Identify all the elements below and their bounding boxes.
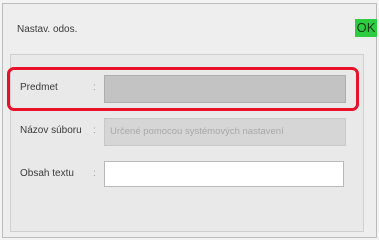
subject-row-highlight — [7, 67, 359, 111]
screen: Nastav. odos. OK Predmet : Názov súboru … — [0, 0, 379, 240]
filename-separator: : — [93, 125, 96, 136]
body-text-separator: : — [93, 168, 96, 179]
body-text-label: Obsah textu — [20, 168, 74, 179]
ok-button[interactable]: OK — [355, 19, 377, 37]
page-title: Nastav. odos. — [17, 24, 78, 35]
filename-label: Názov súboru — [20, 125, 82, 136]
body-text-input[interactable] — [104, 161, 344, 187]
filename-input: Určené pomocou systémových nastavení — [104, 118, 346, 146]
